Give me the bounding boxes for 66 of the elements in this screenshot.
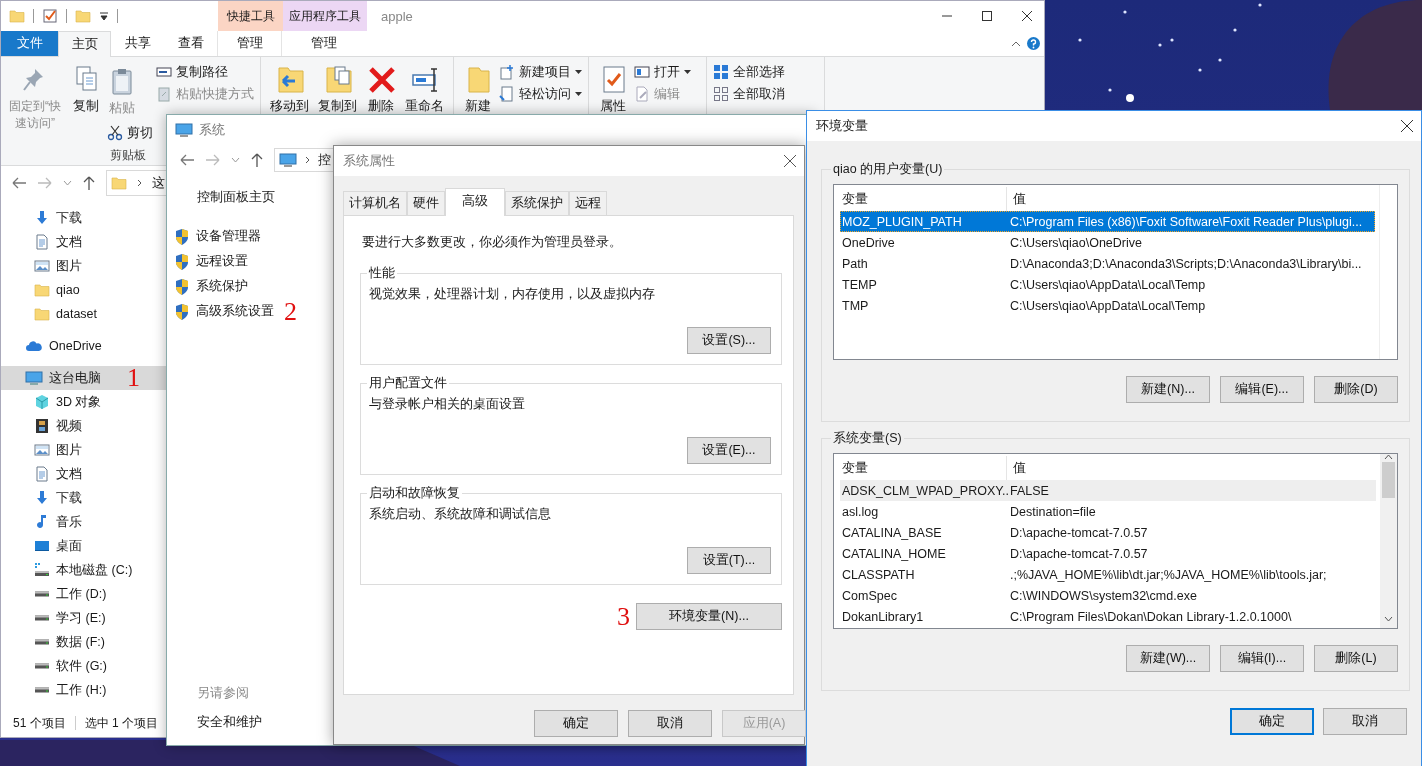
- nav-label: 下载: [56, 489, 82, 507]
- table-cell: FALSE: [1010, 483, 1049, 498]
- table-cell-text: Path: [841, 256, 869, 271]
- nav-label: OneDrive: [49, 339, 102, 353]
- nav-label: 文档: [56, 465, 82, 483]
- table-cell-text: CATALINA_HOME: [841, 546, 947, 561]
- table-cell-text: OneDrive: [841, 235, 896, 250]
- table-cell-text: CATALINA_BASE: [841, 525, 943, 540]
- nav-label: 软件 (G:): [56, 657, 107, 675]
- annotation-number: 3: [617, 603, 630, 630]
- table-cell-text: asl.log: [841, 504, 880, 519]
- group-title: 启动和故障恢复: [368, 485, 461, 502]
- table-cell: C:\Users\qiao\AppData\Local\Temp: [1010, 298, 1206, 313]
- group-description: 视觉效果，处理器计划，内存使用，以及虚拟内存: [369, 286, 656, 303]
- table-cell-text: CLASSPATH: [841, 567, 916, 582]
- nav-label: 工作 (H:): [56, 681, 107, 699]
- nav-label: 学习 (E:): [56, 609, 106, 627]
- table-cell: D:\apache-tomcat-7.0.57: [1010, 525, 1148, 540]
- status-text: 51 个项目: [13, 714, 66, 732]
- dialog-title: 环境变量: [816, 117, 868, 135]
- admin-note: 要进行大多数更改，你必须作为管理员登录。: [362, 234, 623, 251]
- nav-label: 下载: [56, 209, 82, 227]
- table-cell: C:\WINDOWS\system32\cmd.exe: [1010, 588, 1197, 603]
- nav-label: 工作 (D:): [56, 585, 107, 603]
- nav-label: 图片: [56, 441, 82, 459]
- nav-label: 文档: [56, 233, 82, 251]
- table-cell: Destination=file: [1010, 504, 1096, 519]
- table-cell: C:\Users\qiao\AppData\Local\Temp: [1010, 277, 1206, 292]
- context-tab-header: 快捷工具: [218, 1, 283, 31]
- nav-label: 音乐: [56, 513, 82, 531]
- see-also-heading: 另请参阅: [196, 685, 250, 702]
- group-title: qiao 的用户变量(U): [832, 161, 944, 178]
- nav-label: 3D 对象: [56, 393, 102, 411]
- ribbon-group-label: 剪贴板: [110, 148, 146, 162]
- group-title: 系统变量(S): [832, 430, 903, 447]
- nav-label: 这台电脑: [49, 369, 101, 387]
- nav-label: 图片: [56, 257, 82, 275]
- nav-label: 本地磁盘 (C:): [56, 561, 133, 579]
- table-cell: C:\Program Files (x86)\Foxit Software\Foxit Reader Plus\plugi...: [1010, 214, 1363, 229]
- annotation-number: 1: [127, 365, 140, 391]
- group-title: 用户配置文件: [368, 375, 448, 392]
- nav-label: 桌面: [56, 537, 82, 555]
- table-cell-text: MOZ_PLUGIN_PATH: [841, 214, 963, 229]
- annotation-number: 2: [284, 298, 297, 325]
- nav-label: dataset: [56, 307, 97, 321]
- nav-label: 视频: [56, 417, 82, 435]
- window-title: apple: [380, 7, 414, 26]
- group-description: 系统启动、系统故障和调试信息: [369, 506, 552, 523]
- context-tab-header: 应用程序工具: [283, 1, 367, 31]
- table-cell-text: ADSK_CLM_WPAD_PROXY...: [841, 483, 1010, 498]
- table-cell: C:\Program Files\Dokan\Dokan Library-1.2.0.1000\: [1010, 609, 1292, 624]
- window-title: 系统: [199, 121, 225, 139]
- table-cell: D:\apache-tomcat-7.0.57: [1010, 546, 1148, 561]
- table-cell-text: ComSpec: [841, 588, 898, 603]
- dialog-title: 系统属性: [343, 152, 395, 170]
- status-text: 选中 1 个项目: [84, 714, 159, 732]
- table-cell: D:\Anaconda3;D:\Anaconda3\Scripts;D:\Anaconda3\Library\bi...: [1010, 256, 1362, 271]
- group-description: 与登录帐户相关的桌面设置: [369, 396, 526, 413]
- group-title: 性能: [368, 265, 396, 282]
- table-cell-text: DokanLibrary1: [841, 609, 925, 624]
- table-cell: .;%JAVA_HOME%\lib\dt.jar;%JAVA_HOME%\lib\tools.jar;: [1010, 567, 1327, 582]
- table-cell-text: TMP: [841, 298, 870, 313]
- nav-label: 数据 (F:): [56, 633, 105, 651]
- table-cell: C:\Users\qiao\OneDrive: [1010, 235, 1142, 250]
- table-cell-text: TEMP: [841, 277, 878, 292]
- nav-label: qiao: [56, 283, 80, 297]
